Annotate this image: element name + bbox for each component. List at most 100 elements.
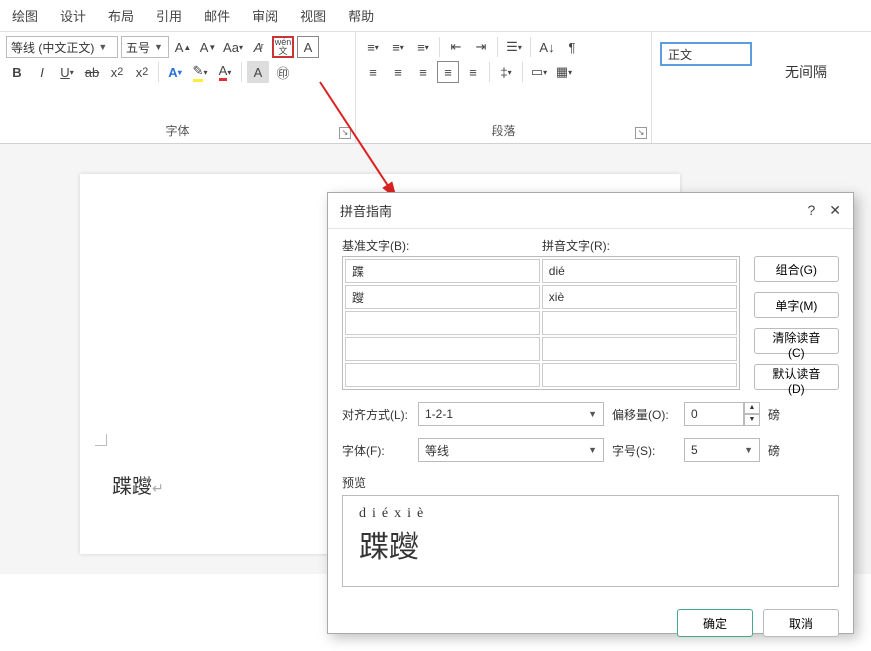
chevron-down-icon: ▼: [588, 445, 597, 455]
single-char-button[interactable]: 单字(M): [754, 292, 839, 318]
dialog-titlebar: 拼音指南 ? ✕: [328, 193, 853, 229]
sort-button[interactable]: A↓: [536, 36, 558, 58]
font-label: 字体(F):: [342, 442, 410, 459]
size-select[interactable]: 5▼: [684, 438, 760, 462]
ruby-cell[interactable]: dié: [542, 259, 737, 283]
menu-design[interactable]: 设计: [60, 6, 86, 25]
menubar: 绘图 设计 布局 引用 邮件 审阅 视图 帮助: [0, 0, 871, 32]
preview-ruby: diéxiè: [359, 506, 822, 522]
default-reading-button[interactable]: 默认读音(D): [754, 364, 839, 390]
ok-button[interactable]: 确定: [677, 609, 753, 637]
alignment-select[interactable]: 1-2-1 ▼: [418, 402, 604, 426]
font-name-combo[interactable]: 等线 (中文正文)▼: [6, 36, 118, 58]
menu-mail[interactable]: 邮件: [204, 6, 230, 25]
align-right-button[interactable]: ≡: [412, 61, 434, 83]
offset-spinner[interactable]: 0 ▲▼: [684, 402, 760, 426]
indent-increase-button[interactable]: ⇥: [470, 36, 492, 58]
style-no-spacing[interactable]: 无间隔: [760, 42, 852, 102]
ruby-cell[interactable]: [542, 363, 737, 387]
superscript-button[interactable]: x2: [131, 61, 153, 83]
italic-button[interactable]: I: [31, 61, 53, 83]
cancel-button[interactable]: 取消: [763, 609, 839, 637]
grow-font-button[interactable]: A▲: [172, 36, 194, 58]
ruby-cell[interactable]: xiè: [542, 285, 737, 309]
ruby-cell[interactable]: [542, 311, 737, 335]
table-row: 蹀dié: [345, 259, 737, 283]
bold-button[interactable]: B: [6, 61, 28, 83]
highlight-button[interactable]: ✎▾: [189, 61, 211, 83]
ribbon: 等线 (中文正文)▼ 五号▼ A▲ A▼ Aa▾ Aͬ wén文 A B I U…: [0, 32, 871, 144]
ruby-cell[interactable]: [542, 337, 737, 361]
style-gallery: 正文 无间隔: [652, 32, 860, 143]
font-name-value: 等线 (中文正文): [11, 39, 94, 56]
shrink-font-button[interactable]: A▼: [197, 36, 219, 58]
underline-button[interactable]: U▾: [56, 61, 78, 83]
align-left-button[interactable]: ≡: [362, 61, 384, 83]
change-case-button[interactable]: Aa▾: [222, 36, 244, 58]
menu-review[interactable]: 审阅: [252, 6, 278, 25]
chevron-down-icon: ▼: [588, 409, 597, 419]
table-row: [345, 363, 737, 387]
align-center-button[interactable]: ≡: [387, 61, 409, 83]
spin-up-icon[interactable]: ▲: [744, 402, 760, 414]
clear-format-button[interactable]: Aͬ: [247, 36, 269, 58]
show-marks-button[interactable]: ¶: [561, 36, 583, 58]
combine-button[interactable]: 组合(G): [754, 256, 839, 282]
bullets-button[interactable]: ≡▾: [362, 36, 384, 58]
paragraph-dialog-launcher[interactable]: ↘: [635, 127, 647, 139]
menu-help[interactable]: 帮助: [348, 6, 374, 25]
enclose-chars-button[interactable]: ㊞: [272, 61, 294, 83]
margin-marker: [95, 434, 107, 446]
menu-view[interactable]: 视图: [300, 6, 326, 25]
base-cell[interactable]: [345, 363, 540, 387]
menu-drawing[interactable]: 绘图: [12, 6, 38, 25]
justify-button[interactable]: ≡: [437, 61, 459, 83]
multilevel-button[interactable]: ≡▾: [412, 36, 434, 58]
chevron-down-icon: ▼: [744, 445, 753, 455]
borders-button[interactable]: ▦▾: [553, 61, 575, 83]
phonetic-table: 蹀dié 躞xiè: [342, 256, 740, 390]
ruby-text-label: 拼音文字(R):: [542, 237, 610, 254]
menu-references[interactable]: 引用: [156, 6, 182, 25]
font-dialog-launcher[interactable]: ↘: [339, 127, 351, 139]
offset-value[interactable]: 0: [684, 402, 744, 426]
base-cell[interactable]: [345, 311, 540, 335]
numbering-button[interactable]: ≡▾: [387, 36, 409, 58]
font-color-button[interactable]: A▾: [214, 61, 236, 83]
group-label-font: 字体: [0, 122, 355, 139]
spin-down-icon[interactable]: ▼: [744, 414, 760, 426]
help-button[interactable]: ?: [807, 202, 815, 219]
font-select[interactable]: 等线 ▼: [418, 438, 604, 462]
close-button[interactable]: ✕: [829, 202, 841, 219]
font-value: 等线: [425, 442, 449, 459]
strike-button[interactable]: ab: [81, 61, 103, 83]
char-shading-button[interactable]: A: [247, 61, 269, 83]
group-label-paragraph: 段落: [356, 122, 651, 139]
clear-reading-button[interactable]: 清除读音(C): [754, 328, 839, 354]
alignment-value: 1-2-1: [425, 407, 453, 421]
distribute-button[interactable]: ≡: [462, 61, 484, 83]
char-border-button[interactable]: A: [297, 36, 319, 58]
shading-button[interactable]: ▭▾: [528, 61, 550, 83]
ltr-button[interactable]: ☰▾: [503, 36, 525, 58]
menu-layout[interactable]: 布局: [108, 6, 134, 25]
text-effects-button[interactable]: A▾: [164, 61, 186, 83]
base-text-label: 基准文字(B):: [342, 237, 542, 254]
base-cell[interactable]: 蹀: [345, 259, 540, 283]
phonetic-guide-dialog: 拼音指南 ? ✕ 基准文字(B): 拼音文字(R): 蹀dié 躞xiè 组合(…: [327, 192, 854, 634]
indent-decrease-button[interactable]: ⇤: [445, 36, 467, 58]
style-body-text[interactable]: 正文: [660, 42, 752, 66]
dialog-title: 拼音指南: [340, 201, 392, 220]
document-text[interactable]: 蹀躞↵: [112, 470, 164, 499]
phonetic-guide-button[interactable]: wén文: [272, 36, 294, 58]
size-unit: 磅: [768, 442, 780, 459]
preview-base: 蹀躞: [359, 522, 822, 566]
base-cell[interactable]: 躞: [345, 285, 540, 309]
font-size-combo[interactable]: 五号▼: [121, 36, 169, 58]
line-spacing-button[interactable]: ‡▾: [495, 61, 517, 83]
base-cell[interactable]: [345, 337, 540, 361]
size-value: 5: [691, 443, 698, 457]
subscript-button[interactable]: x2: [106, 61, 128, 83]
paragraph-mark-icon: ↵: [152, 480, 164, 496]
table-row: [345, 337, 737, 361]
